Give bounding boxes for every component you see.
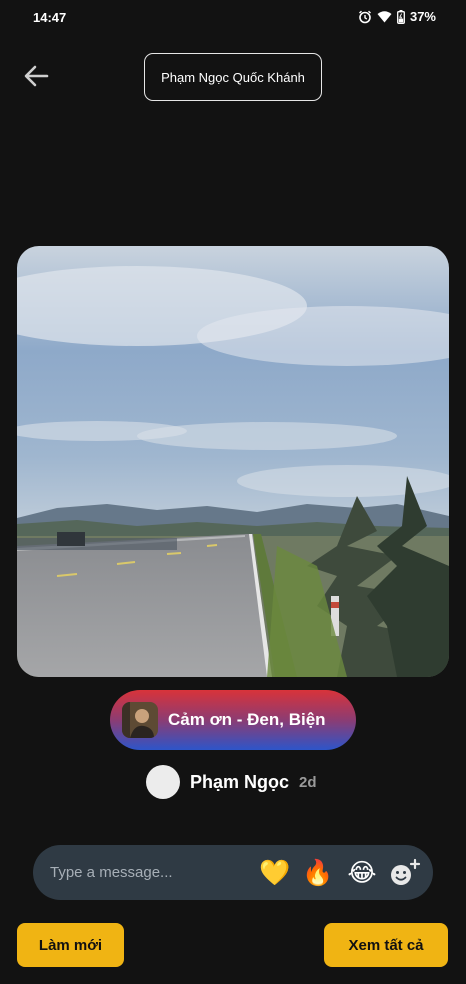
user-name: Phạm Ngọc Quốc Khánh — [161, 69, 305, 85]
message-input[interactable] — [50, 845, 250, 900]
author-name: Phạm Ngọc — [190, 771, 290, 792]
wifi-icon — [377, 11, 392, 23]
battery-percent: 37% — [409, 9, 436, 24]
road-landscape-image — [17, 246, 449, 677]
status-time: 14:47 — [33, 10, 67, 25]
refresh-button[interactable]: Làm mới — [17, 923, 124, 967]
back-button[interactable] — [20, 60, 52, 92]
message-composer: 💛 🔥 😂 — [33, 845, 433, 900]
music-pill[interactable]: Cảm ơn - Đen, Biện — [110, 690, 356, 750]
view-all-button[interactable]: Xem tất cả — [324, 923, 448, 967]
music-title: Cảm ơn - Đen, Biện — [168, 710, 326, 729]
avatar[interactable] — [146, 765, 180, 799]
arrow-left-icon — [24, 65, 49, 87]
status-bar: 14:47 37% — [0, 0, 466, 34]
post-time: 2d — [299, 773, 317, 791]
add-emoji-icon — [391, 858, 421, 885]
battery-icon — [397, 9, 405, 24]
status-icons: 37% — [358, 9, 436, 24]
user-name-chip[interactable]: Phạm Ngọc Quốc Khánh — [144, 53, 322, 101]
post-author[interactable]: Phạm Ngọc 2d — [146, 764, 317, 800]
post-photo[interactable] — [17, 246, 449, 677]
yellow-heart-icon[interactable]: 💛 — [259, 857, 291, 889]
add-emoji-button[interactable] — [388, 857, 422, 889]
fire-icon[interactable]: 🔥 — [302, 857, 334, 889]
alarm-icon — [359, 10, 371, 23]
laughing-face-icon[interactable]: 😂 — [346, 857, 378, 889]
album-cover-image — [122, 702, 158, 738]
